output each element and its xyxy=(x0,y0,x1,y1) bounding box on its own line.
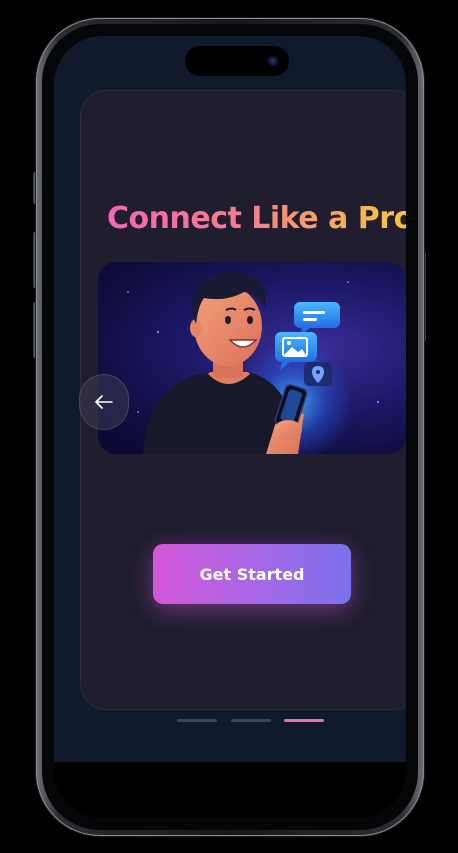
onboarding-card: Connect Like a Pro Get Started xyxy=(79,90,406,710)
page-dot-3-active[interactable] xyxy=(284,719,324,722)
phone-bezel: Connect Like a Pro Get Started xyxy=(42,24,418,830)
location-pin-icon xyxy=(304,362,332,386)
get-started-button[interactable]: Get Started xyxy=(153,544,351,604)
onboarding-title: Connect Like a Pro xyxy=(107,201,406,236)
page-dot-2[interactable] xyxy=(231,719,271,722)
phone-screen: Connect Like a Pro Get Started xyxy=(54,36,406,818)
page-indicator xyxy=(54,719,406,723)
front-camera-icon xyxy=(267,55,279,67)
dynamic-island xyxy=(185,46,289,76)
back-button[interactable] xyxy=(79,374,129,430)
page-dot-1[interactable] xyxy=(177,719,217,722)
person-with-smartphone-icon xyxy=(127,271,380,454)
arrow-left-icon xyxy=(95,395,113,409)
stage: Connect Like a Pro Get Started xyxy=(0,0,458,853)
chat-bubble-icon xyxy=(294,302,340,336)
phone-frame: Connect Like a Pro Get Started xyxy=(36,18,424,836)
onboarding-illustration xyxy=(98,262,406,454)
